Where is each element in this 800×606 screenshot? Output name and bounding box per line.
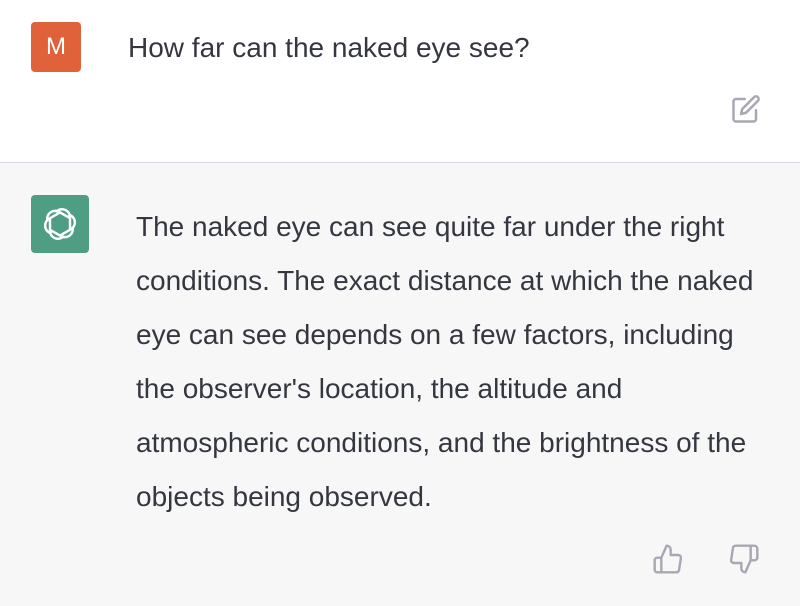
assistant-message-text: The naked eye can see quite far under th… (136, 211, 754, 512)
user-message-text: How far can the naked eye see? (128, 32, 530, 63)
thumbs-up-icon (653, 544, 683, 574)
thumbs-down-icon (729, 544, 759, 574)
edit-message-button[interactable] (730, 93, 762, 125)
thumbs-down-button[interactable] (726, 541, 762, 577)
thumbs-up-button[interactable] (650, 541, 686, 577)
user-avatar: M (31, 22, 81, 72)
assistant-avatar (31, 195, 89, 253)
user-message: M How far can the naked eye see? (0, 0, 800, 163)
pencil-square-icon (732, 95, 760, 123)
assistant-message: The naked eye can see quite far under th… (0, 163, 800, 606)
openai-logo-icon (43, 208, 77, 240)
